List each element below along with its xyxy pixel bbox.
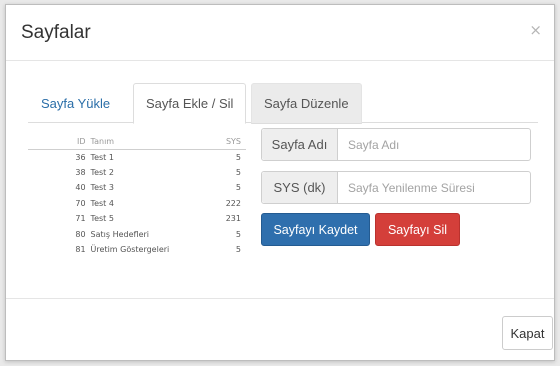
cell-name: Test 1 [90, 152, 114, 162]
tab-bar: Sayfa Yükle Sayfa Ekle / Sil Sayfa Düzen… [28, 83, 538, 124]
delete-page-button[interactable]: Sayfayı Sil [375, 213, 460, 246]
cell-sys: 5 [235, 229, 241, 239]
cell-id: 38 [75, 167, 86, 177]
column-header-id: ID [77, 137, 86, 147]
cell-id: 71 [75, 214, 86, 224]
table-row[interactable]: 40 Test 3 5 [28, 180, 246, 196]
cell-name: Test 4 [90, 198, 114, 208]
modal-header: Sayfalar × [6, 5, 554, 61]
tab-sayfa-ekle-sil[interactable]: Sayfa Ekle / Sil [133, 83, 247, 124]
table-row[interactable]: 80 Satış Hedefleri 5 [28, 227, 246, 243]
pages-modal: Sayfalar × Sayfa Yükle Sayfa Ekle / Sil … [5, 4, 555, 361]
cell-sys: 222 [225, 198, 241, 208]
cell-sys: 5 [235, 245, 241, 255]
cell-id: 36 [75, 152, 86, 162]
cell-sys: 5 [235, 183, 241, 193]
table-row[interactable]: 81 Üretim Göstergeleri 5 [28, 242, 246, 258]
tab-sayfa-duzenle[interactable]: Sayfa Düzenle [251, 83, 362, 124]
cell-id: 70 [75, 198, 86, 208]
page-name-group: Sayfa Adı [261, 128, 531, 161]
refresh-interval-input[interactable] [338, 172, 530, 203]
cell-name: Satış Hedefleri [90, 229, 150, 239]
cell-name: Üretim Göstergeleri [90, 245, 170, 255]
page-name-label: Sayfa Adı [262, 129, 338, 160]
column-header-sys: SYS [225, 137, 241, 147]
cell-name: Test 3 [90, 183, 114, 193]
cell-id: 40 [75, 183, 86, 193]
table-row[interactable]: 71 Test 5 231 [28, 211, 246, 227]
close-button[interactable]: Kapat [502, 316, 553, 350]
pages-table: ID Tanım SYS 36 Test 1 5 38 Test 2 5 40 … [28, 135, 246, 258]
cell-name: Test 5 [90, 214, 114, 224]
cell-sys: 231 [225, 214, 241, 224]
save-page-button[interactable]: Sayfayı Kaydet [261, 213, 370, 246]
cell-id: 80 [75, 229, 86, 239]
modal-title: Sayfalar [21, 22, 91, 43]
table-header-row: ID Tanım SYS [28, 135, 246, 149]
cell-id: 81 [75, 245, 86, 255]
cell-name: Test 2 [90, 167, 114, 177]
cell-sys: 5 [235, 167, 241, 177]
table-row[interactable]: 38 Test 2 5 [28, 165, 246, 181]
table-row[interactable]: 36 Test 1 5 [28, 149, 246, 165]
refresh-interval-group: SYS (dk) [261, 171, 531, 204]
page-name-input[interactable] [338, 129, 530, 160]
cell-sys: 5 [235, 152, 241, 162]
close-icon[interactable]: × [529, 21, 542, 39]
footer-divider [6, 298, 554, 299]
table-row[interactable]: 70 Test 4 222 [28, 196, 246, 212]
tab-sayfa-yukle[interactable]: Sayfa Yükle [28, 83, 123, 124]
refresh-interval-label: SYS (dk) [262, 172, 338, 203]
column-header-name: Tanım [90, 137, 115, 147]
